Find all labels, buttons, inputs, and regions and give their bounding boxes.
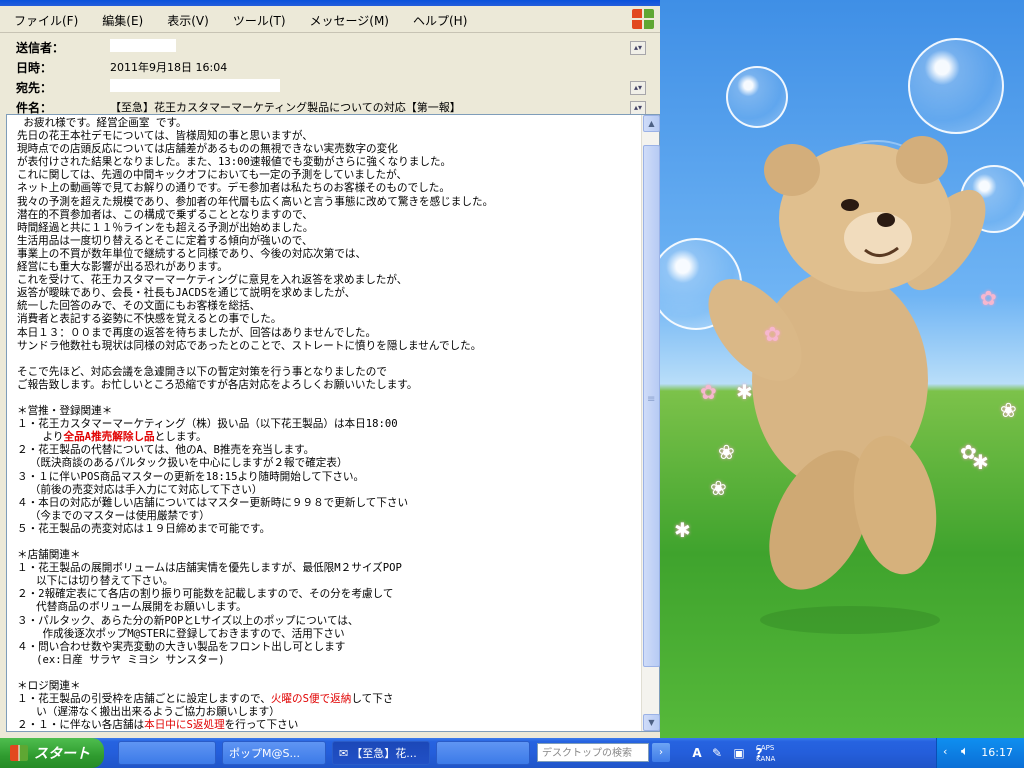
- search-go-icon[interactable]: ›: [652, 743, 670, 762]
- system-tray: ‹ 🔈︎ 16:17: [936, 738, 1024, 768]
- mail-window: ファイル(F) 編集(E) 表示(V) ツール(T) メッセージ(M) ヘルプ(…: [0, 0, 660, 738]
- menu-edit[interactable]: 編集(E): [88, 10, 153, 29]
- menu-view[interactable]: 表示(V): [153, 10, 219, 29]
- from-row: 送信者： ▴▾: [0, 37, 660, 57]
- body-highlight: 火曜のS便で返納: [270, 693, 352, 706]
- body-highlight: 全品A推売解除し品: [63, 431, 155, 444]
- menu-help[interactable]: ヘルプ(H): [399, 10, 477, 29]
- body-text-part: を行って下さい: [224, 719, 299, 729]
- teddy-bear-image: [708, 136, 986, 634]
- caps-indicator: CAPS: [756, 744, 775, 752]
- flower: ❀: [710, 476, 727, 500]
- date-value: 2011年9月18日 16:04: [110, 61, 228, 74]
- taskbar-button-popmaster[interactable]: ポップM@S...: [222, 741, 326, 765]
- start-button[interactable]: スタート: [0, 738, 104, 768]
- body-text-part: とします。 ２・花王製品の代替については、他のA、B推売を充当します。 （既決商…: [17, 431, 409, 706]
- message-headers: 送信者： ▴▾ 日時： 2011年9月18日 16:04 宛先： ▴▾ 件名： …: [0, 33, 660, 125]
- desktop-wallpaper: ✿ ✿ ✿ ❀ ❀ ✿ ✱ ✱ ❀ ✱: [660, 0, 1024, 738]
- flower: ✿: [980, 286, 997, 310]
- ime-tools-icon[interactable]: ▣: [730, 743, 748, 763]
- subject-label: 件名：: [16, 100, 53, 115]
- menu-file[interactable]: ファイル(F): [0, 10, 88, 29]
- message-body[interactable]: お疲れ様です。経営企画室 です。 先日の花王本社デモについては、皆様周知の事と思…: [17, 117, 637, 729]
- flower: ❀: [1000, 398, 1017, 422]
- subject-value: 【至急】花王カスタマーマーケティング製品についての対応【第一報】: [110, 101, 461, 114]
- taskbar-button[interactable]: [118, 741, 216, 765]
- body-text-part: お疲れ様です。経営企画室 です。 先日の花王本社デモについては、皆様周知の事と思…: [17, 117, 494, 444]
- taskbar: スタート ポップM@S... ✉ 【至急】花... デスクトップの検索 › A …: [0, 738, 1024, 768]
- kana-indicator: KANA: [756, 755, 776, 763]
- ime-mode-icon[interactable]: A: [688, 743, 706, 763]
- windows-logo-icon: [10, 745, 28, 761]
- header-scroll-icon[interactable]: ▴▾: [630, 81, 646, 95]
- envelope-icon: ✉: [339, 746, 349, 760]
- scroll-thumb[interactable]: [643, 145, 660, 667]
- menu-bar: ファイル(F) 編集(E) 表示(V) ツール(T) メッセージ(M) ヘルプ(…: [0, 6, 660, 33]
- from-label: 送信者：: [16, 40, 65, 55]
- header-scroll-icon[interactable]: ▴▾: [630, 41, 646, 55]
- flower: ✱: [736, 380, 753, 404]
- message-body-frame[interactable]: お疲れ様です。経営企画室 です。 先日の花王本社デモについては、皆様周知の事と思…: [6, 114, 660, 732]
- taskbar-button[interactable]: [436, 741, 530, 765]
- to-value: [88, 79, 280, 95]
- ime-pen-icon[interactable]: ✎: [708, 743, 726, 763]
- redacted-block: [110, 39, 176, 52]
- to-label: 宛先：: [16, 80, 53, 95]
- scroll-down-button[interactable]: ▼: [643, 714, 660, 731]
- desktop-search-input[interactable]: デスクトップの検索: [537, 743, 649, 762]
- start-label: スタート: [34, 746, 90, 762]
- tray-expand-icon[interactable]: ‹: [943, 745, 947, 758]
- clock: 16:17: [981, 746, 1013, 759]
- vertical-scrollbar[interactable]: ▲ ▼: [641, 115, 660, 731]
- menu-message[interactable]: メッセージ(M): [296, 10, 399, 29]
- menu-tools[interactable]: ツール(T): [219, 10, 296, 29]
- from-value: [88, 39, 176, 55]
- date-row: 日時： 2011年9月18日 16:04: [0, 57, 660, 77]
- flower: ❀: [718, 440, 735, 464]
- body-highlight: 本日中にS返処理: [144, 719, 225, 729]
- header-scroll-icon[interactable]: ▴▾: [630, 101, 646, 115]
- redacted-block: [110, 79, 280, 92]
- flower: ✿: [764, 322, 781, 346]
- taskbar-button-mail[interactable]: ✉ 【至急】花...: [332, 741, 430, 765]
- taskbar-button-label: 【至急】花...: [351, 747, 417, 760]
- flower: ✿: [700, 380, 717, 404]
- flower: ✱: [972, 450, 989, 474]
- volume-icon[interactable]: 🔈︎: [961, 744, 969, 759]
- flower: ✱: [674, 518, 691, 542]
- date-label: 日時：: [16, 60, 53, 75]
- windows-logo-icon: [632, 9, 654, 29]
- to-row: 宛先： ▴▾: [0, 77, 660, 97]
- scroll-up-button[interactable]: ▲: [643, 115, 660, 132]
